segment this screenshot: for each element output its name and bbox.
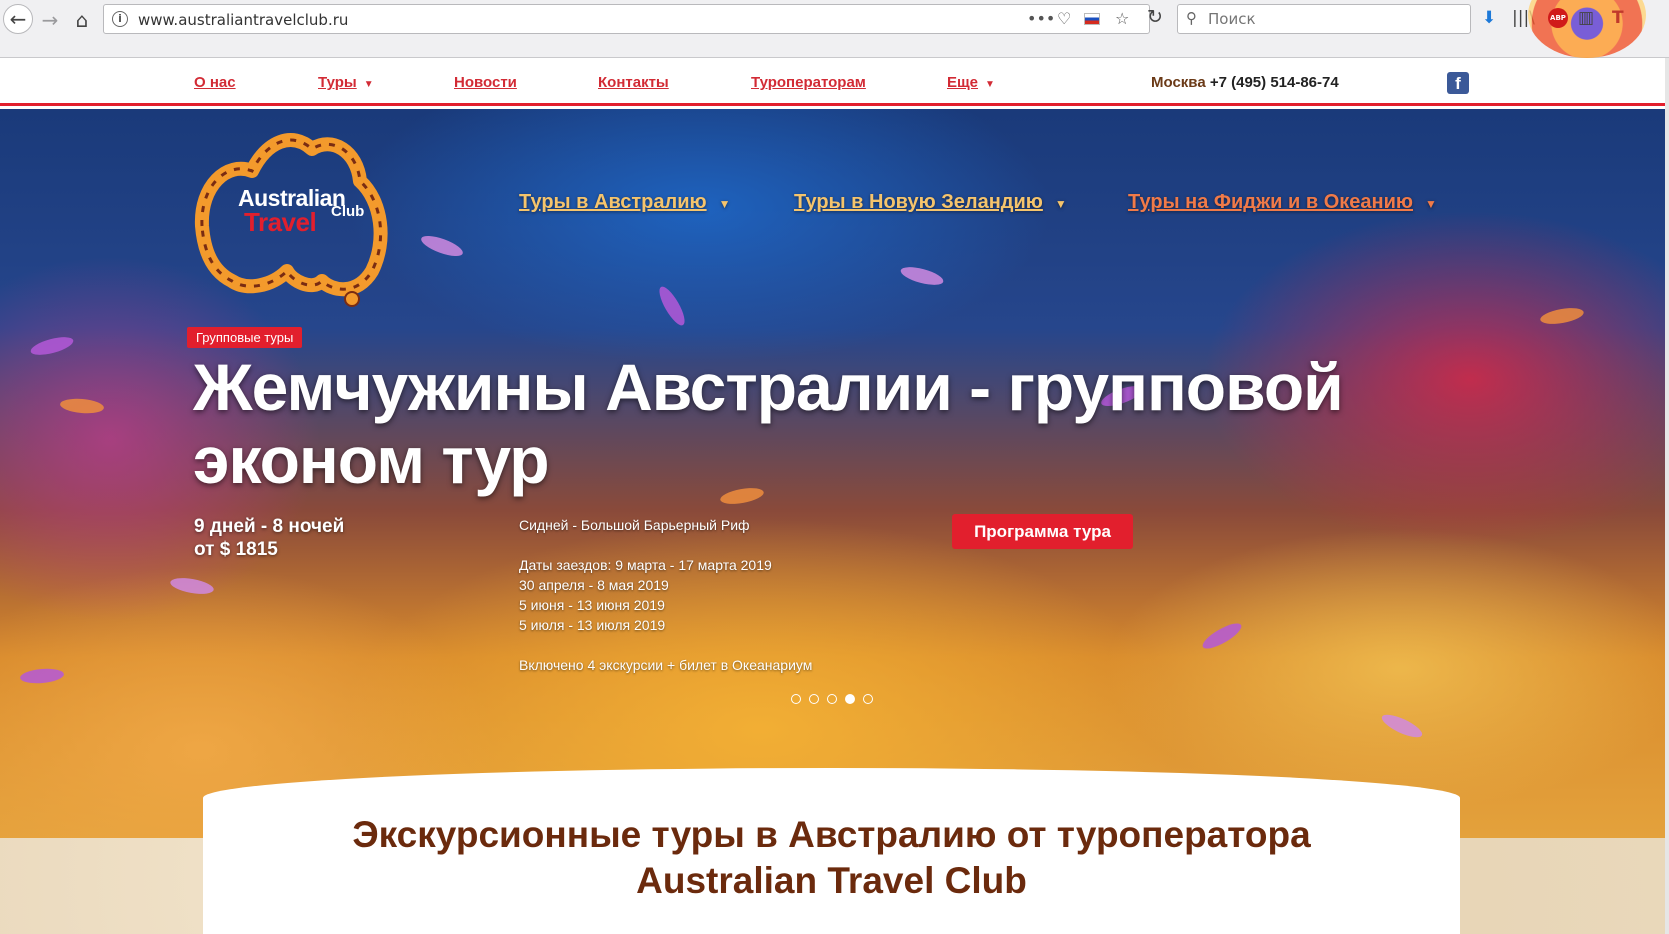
slider-dot-active[interactable] [845,694,855,704]
reader-view-icon[interactable]: ▥ [1578,8,1594,28]
chevron-down-icon: ▼ [1425,197,1437,211]
search-input[interactable] [1208,10,1458,28]
chevron-down-icon: ▼ [1054,197,1067,211]
intro-card: Экскурсионные туры в Австралию от туропе… [203,768,1460,934]
logo-text-club: Club [331,203,365,220]
bookmark-star-icon[interactable]: ☆ [1115,9,1129,28]
chevron-down-icon: ▼ [718,197,731,211]
tour-date: Даты заездов: 9 марта - 17 марта 2019 [519,557,772,573]
adblock-icon[interactable]: ABP [1548,8,1568,28]
decorative-fish [1199,618,1245,654]
back-button[interactable]: ← [3,4,33,34]
tour-route: Сидней - Большой Барьерный Риф [519,517,750,533]
nav-tour-operators[interactable]: Туроператорам [751,74,866,91]
chevron-down-icon: ▼ [363,79,374,90]
browser-toolbar: ← → ⌂ i www.australiantravelclub.ru ••• … [0,0,1669,58]
address-bar[interactable]: i www.australiantravelclub.ru ••• ♡ ☆ [103,4,1150,34]
slider-dot[interactable] [863,694,873,704]
flag-ru-icon[interactable] [1084,13,1100,25]
nav-tours-label: Туры [318,74,357,91]
nav-about[interactable]: О нас [194,74,236,91]
decorative-fish [898,263,946,289]
slider-dot[interactable] [791,694,801,704]
nav-more-label: Еще [947,74,979,91]
logo-text-travel: Travel [244,207,317,237]
hero-nav-australia-label: Туры в Австралию [519,191,707,213]
chevron-down-icon: ▼ [985,79,995,90]
tour-price: от $ 1815 [194,539,278,560]
page-actions-menu-icon[interactable]: ••• [1027,9,1055,28]
decorative-fish [59,397,105,415]
home-icon: ⌂ [75,8,89,32]
reload-button[interactable]: ↻ [1147,6,1163,28]
download-icon[interactable]: ⬇ [1482,8,1496,28]
tour-date: 5 июня - 13 июня 2019 [519,597,665,613]
decorative-fish [418,231,466,261]
hero-nav-new-zealand-label: Туры в Новую Зеландию [794,191,1043,213]
hero-nav-fiji-oceania-label: Туры на Фиджи и в Океанию [1128,191,1413,213]
tour-duration: 9 дней - 8 ночей [194,516,345,537]
hero-nav-new-zealand[interactable]: Туры в Новую Зеландию ▼ [794,191,1067,214]
home-button[interactable]: ⌂ [68,6,96,34]
pocket-icon[interactable]: ♡ [1057,9,1071,28]
slider-dot[interactable] [809,694,819,704]
page-scrollbar[interactable] [1665,58,1669,934]
hero-nav-fiji-oceania[interactable]: Туры на Фиджи и в Океанию ▼ [1128,191,1437,214]
url-text[interactable]: www.australiantravelclub.ru [138,11,348,29]
intro-title-line2: Australian Travel Club [636,860,1027,901]
nav-more[interactable]: Еще ▼ [947,74,995,91]
decorative-fish [28,333,76,359]
slider-pagination [791,694,873,704]
nav-contacts[interactable]: Контакты [598,74,669,91]
arrow-left-icon: ← [9,7,27,31]
tour-included: Включено 4 экскурсии + билет в Океанариу… [519,657,813,673]
decorative-fish [169,575,215,597]
decorative-fish [19,667,65,685]
tour-program-button[interactable]: Программа тура [952,514,1133,549]
intro-title-line1: Экскурсионные туры в Австралию от туропе… [352,814,1311,855]
hero-slider: Australian Travel Club Туры в Австралию ▼… [0,109,1665,840]
hero-nav-australia[interactable]: Туры в Австралию ▼ [519,191,731,214]
phone-contact[interactable]: Москва +7 (495) 514-86-74 [1151,74,1339,91]
intro-title: Экскурсионные туры в Австралию от туропе… [203,812,1460,904]
slide-title: Жемчужины Австралии - групповой эконом т… [193,350,1344,497]
tour-date: 30 апреля - 8 мая 2019 [519,577,669,593]
facebook-icon[interactable]: f [1447,72,1469,94]
decorative-fish [1379,710,1425,742]
decorative-fish [654,283,690,329]
slider-dot[interactable] [827,694,837,704]
decorative-fish [1539,305,1585,327]
search-box[interactable]: ⚲ [1177,4,1471,34]
arrow-right-icon: → [41,8,59,32]
nav-tours[interactable]: Туры ▼ [318,74,374,91]
forward-button[interactable]: → [36,6,64,34]
info-icon[interactable]: i [112,11,128,27]
site-top-nav: О нас Туры ▼ Новости Контакты Туроператор… [0,58,1669,106]
phone-number[interactable]: +7 (495) 514-86-74 [1210,74,1339,91]
tour-date: 5 июля - 13 июля 2019 [519,617,666,633]
translate-icon[interactable]: T [1612,8,1624,28]
tour-details: Сидней - Большой Барьерный Риф Даты заез… [519,515,919,675]
tour-duration-price: 9 дней - 8 ночей от $ 1815 [194,515,344,561]
search-icon: ⚲ [1186,9,1197,27]
nav-news[interactable]: Новости [454,74,517,91]
phone-city: Москва [1151,74,1206,91]
category-badge[interactable]: Групповые туры [187,327,303,348]
